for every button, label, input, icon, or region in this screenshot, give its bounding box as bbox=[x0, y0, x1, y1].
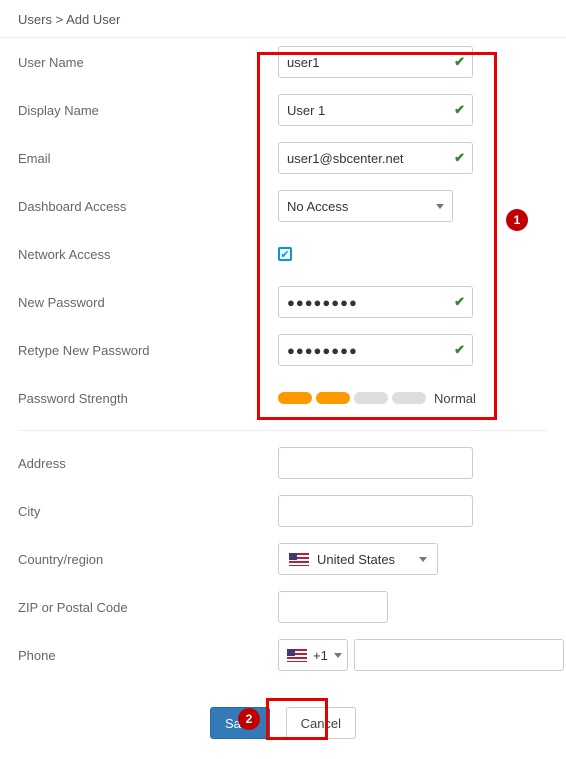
breadcrumb-current: Add User bbox=[66, 12, 120, 27]
phone-input[interactable] bbox=[354, 639, 564, 671]
displayname-label: Display Name bbox=[18, 103, 278, 118]
city-input[interactable] bbox=[278, 495, 473, 527]
check-icon: ✔ bbox=[454, 342, 465, 358]
check-icon: ✔ bbox=[454, 294, 465, 310]
annotation-callout-1: 1 bbox=[506, 209, 528, 231]
city-label: City bbox=[18, 504, 278, 519]
breadcrumb: Users > Add User bbox=[0, 0, 566, 38]
dashboard-label: Dashboard Access bbox=[18, 199, 278, 214]
email-label: Email bbox=[18, 151, 278, 166]
zip-input[interactable] bbox=[278, 591, 388, 623]
check-icon: ✔ bbox=[454, 102, 465, 118]
strength-bar bbox=[354, 392, 388, 404]
email-input[interactable] bbox=[278, 142, 473, 174]
netaccess-label: Network Access bbox=[18, 247, 278, 262]
country-select[interactable]: United States bbox=[278, 543, 438, 575]
us-flag-icon bbox=[287, 649, 307, 662]
check-icon: ✔ bbox=[454, 54, 465, 70]
retype-label: Retype New Password bbox=[18, 343, 278, 358]
check-icon: ✔ bbox=[454, 150, 465, 166]
breadcrumb-parent[interactable]: Users bbox=[18, 12, 52, 27]
retype-input[interactable] bbox=[278, 334, 473, 366]
address-input[interactable] bbox=[278, 447, 473, 479]
newpass-input[interactable] bbox=[278, 286, 473, 318]
breadcrumb-sep: > bbox=[56, 12, 64, 27]
username-label: User Name bbox=[18, 55, 278, 70]
country-label: Country/region bbox=[18, 552, 278, 567]
caret-down-icon bbox=[419, 557, 427, 562]
zip-label: ZIP or Postal Code bbox=[18, 600, 278, 615]
strength-label: Password Strength bbox=[18, 391, 278, 406]
newpass-label: New Password bbox=[18, 295, 278, 310]
country-value: United States bbox=[317, 552, 411, 567]
us-flag-icon bbox=[289, 553, 309, 566]
displayname-input[interactable] bbox=[278, 94, 473, 126]
netaccess-checkbox[interactable]: ✔ bbox=[278, 247, 292, 261]
phone-code-value: +1 bbox=[313, 648, 328, 663]
strength-bar bbox=[392, 392, 426, 404]
phone-label: Phone bbox=[18, 648, 278, 663]
cancel-button[interactable]: Cancel bbox=[286, 707, 356, 739]
caret-down-icon bbox=[436, 204, 444, 209]
strength-bar bbox=[316, 392, 350, 404]
address-label: Address bbox=[18, 456, 278, 471]
strength-bar bbox=[278, 392, 312, 404]
username-input[interactable] bbox=[278, 46, 473, 78]
dashboard-select[interactable]: No Access bbox=[278, 190, 453, 222]
strength-text: Normal bbox=[434, 391, 476, 406]
annotation-callout-2: 2 bbox=[238, 708, 260, 730]
strength-meter: Normal bbox=[278, 391, 476, 406]
dashboard-value: No Access bbox=[287, 199, 348, 214]
phone-code-select[interactable]: +1 bbox=[278, 639, 348, 671]
caret-down-icon bbox=[334, 653, 342, 658]
divider bbox=[18, 430, 548, 431]
